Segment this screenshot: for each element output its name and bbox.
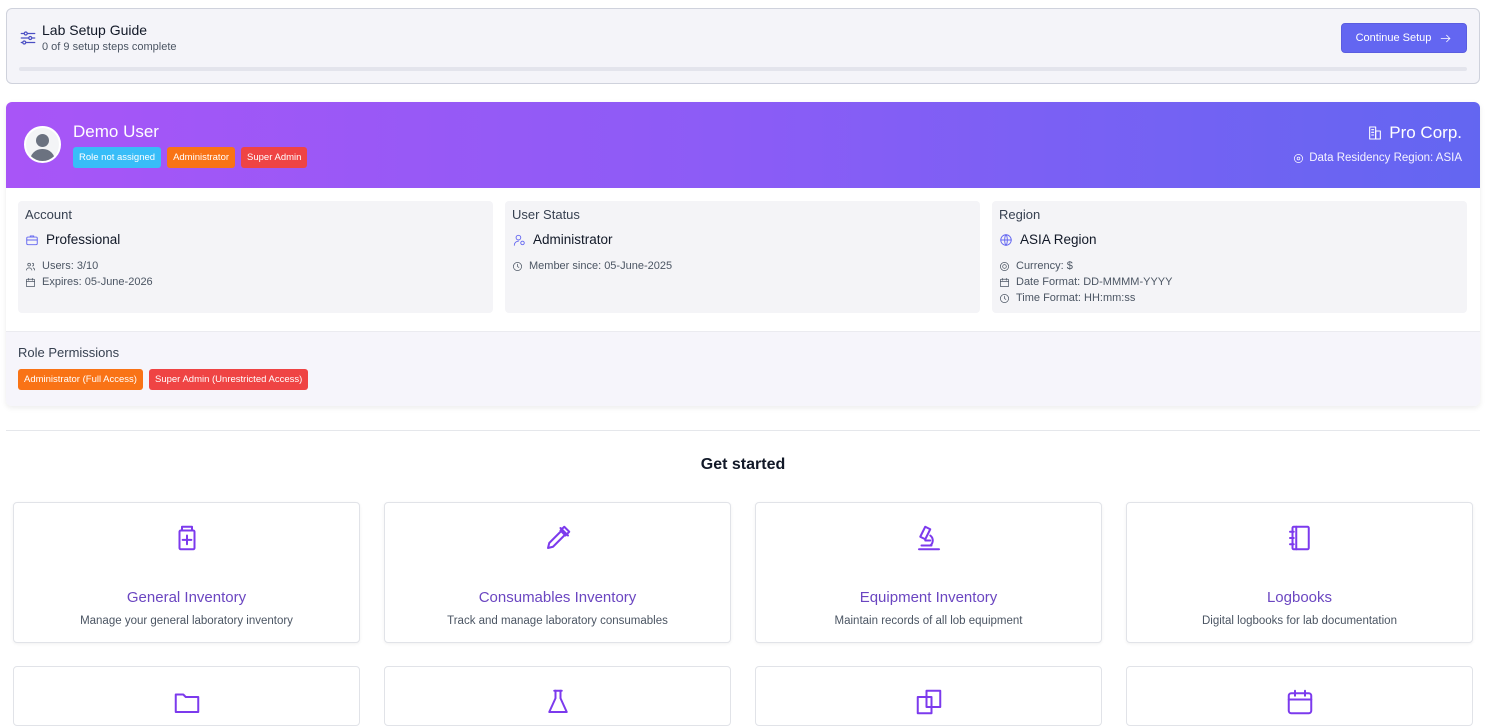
tile-description: Digital logbooks for lab documentation bbox=[1202, 615, 1397, 627]
region-card: Region ASIA Region Currency: $ Date Form… bbox=[992, 201, 1467, 313]
tile-logbooks[interactable]: Logbooks Digital logbooks for lab docume… bbox=[1126, 502, 1473, 643]
tile-title: Equipment Inventory bbox=[859, 589, 998, 606]
globe-icon bbox=[1000, 233, 1012, 246]
globe-icon bbox=[1294, 153, 1304, 163]
tile-chemicals[interactable] bbox=[384, 666, 731, 726]
clock-icon bbox=[513, 261, 522, 271]
data-residency-label: Data Residency Region: ASIA bbox=[1309, 152, 1462, 164]
currency-icon bbox=[1000, 261, 1009, 271]
tile-documents[interactable] bbox=[13, 666, 360, 726]
arrow-right-icon bbox=[1441, 34, 1451, 42]
tile-title: Consumables Inventory bbox=[478, 589, 637, 606]
role-permissions-title: Role Permissions bbox=[18, 345, 120, 360]
pipette-icon bbox=[546, 525, 570, 549]
user-status-role-label: Administrator bbox=[533, 232, 613, 247]
bottle-plus-icon bbox=[178, 525, 195, 551]
calendar-icon bbox=[26, 277, 35, 287]
folder-icon bbox=[174, 693, 199, 713]
tile-description: Manage your general laboratory inventory bbox=[80, 615, 293, 627]
account-card: Account Professional Users: 3/10 Expires… bbox=[18, 201, 493, 313]
tile-title: General Inventory bbox=[126, 589, 247, 606]
tile-schedule[interactable] bbox=[1126, 666, 1473, 726]
tile-description: Maintain records of all lob equipment bbox=[834, 615, 1023, 627]
region-title: Region bbox=[999, 207, 1041, 222]
account-plan: Professional bbox=[25, 232, 120, 247]
calendar-icon bbox=[1000, 277, 1009, 287]
account-plan-label: Professional bbox=[46, 232, 121, 247]
region-currency: Currency: $ bbox=[999, 258, 1172, 274]
continue-setup-button[interactable]: Continue Setup bbox=[1341, 23, 1467, 53]
org-name: Pro Corp. bbox=[1367, 123, 1462, 143]
region-date-format: Date Format: DD-MMMM-YYYY bbox=[999, 274, 1172, 290]
tile-description: Track and manage laboratory consumables bbox=[447, 615, 668, 627]
tile-equipment-inventory[interactable]: Equipment Inventory Maintain records of … bbox=[755, 502, 1102, 643]
profile-panel: Demo User Role not assigned Administrato… bbox=[6, 102, 1480, 406]
region-date-format-label: Date Format: DD-MMMM-YYYY bbox=[1016, 276, 1173, 288]
flask-icon bbox=[547, 689, 568, 713]
account-expires: Expires: 05-June-2026 bbox=[25, 274, 153, 290]
member-since: Member since: 05-June-2025 bbox=[512, 258, 672, 274]
role-badges: Role not assigned Administrator Super Ad… bbox=[73, 147, 308, 168]
avatar bbox=[24, 126, 61, 163]
region-time-format-label: Time Format: HH:mm:ss bbox=[1016, 292, 1136, 304]
calendar-icon bbox=[1287, 689, 1312, 715]
member-since-label: Member since: 05-June-2025 bbox=[529, 260, 673, 272]
region-time-format: Time Format: HH:mm:ss bbox=[999, 290, 1172, 306]
region-currency-label: Currency: $ bbox=[1016, 260, 1073, 272]
account-users: Users: 3/10 bbox=[25, 258, 153, 274]
microscope-icon bbox=[917, 525, 940, 551]
user-status-card: User Status Administrator Member since: … bbox=[505, 201, 980, 313]
sliders-icon bbox=[20, 31, 36, 45]
users-icon bbox=[26, 262, 35, 271]
tile-records[interactable] bbox=[755, 666, 1102, 726]
continue-setup-label: Continue Setup bbox=[1355, 32, 1432, 44]
tile-title: Logbooks bbox=[1266, 589, 1333, 606]
region-name-label: ASIA Region bbox=[1020, 232, 1097, 247]
role-badge: Role not assigned bbox=[73, 147, 162, 168]
clock-icon bbox=[1000, 293, 1009, 303]
setup-subtitle: 0 of 9 setup steps complete bbox=[42, 41, 177, 53]
user-icon bbox=[513, 234, 525, 246]
profile-banner: Demo User Role not assigned Administrato… bbox=[6, 102, 1480, 188]
setup-progress-bar bbox=[19, 67, 1467, 71]
role-permissions: Role Permissions Administrator (Full Acc… bbox=[6, 331, 1480, 406]
documents-icon bbox=[916, 689, 941, 715]
notebook-icon bbox=[1288, 525, 1310, 551]
building-icon bbox=[1369, 126, 1382, 140]
setup-title: Lab Setup Guide bbox=[42, 22, 148, 38]
permission-badge: Super Admin (Unrestricted Access) bbox=[148, 369, 309, 390]
user-status-title: User Status bbox=[512, 207, 580, 222]
briefcase-icon bbox=[26, 234, 38, 245]
tile-consumables-inventory[interactable]: Consumables Inventory Track and manage l… bbox=[384, 502, 731, 643]
user-name: Demo User bbox=[73, 122, 159, 141]
setup-guide-panel: Lab Setup Guide 0 of 9 setup steps compl… bbox=[6, 8, 1480, 84]
tile-general-inventory[interactable]: General Inventory Manage your general la… bbox=[13, 502, 360, 643]
account-users-label: Users: 3/10 bbox=[42, 260, 99, 272]
role-badge: Super Admin bbox=[241, 147, 308, 168]
get-started-heading: Get started bbox=[700, 456, 786, 473]
divider bbox=[6, 430, 1480, 431]
permission-badge: Administrator (Full Access) bbox=[18, 369, 143, 390]
user-status-role: Administrator bbox=[512, 232, 613, 247]
account-expires-label: Expires: 05-June-2026 bbox=[42, 276, 153, 288]
account-card-title: Account bbox=[25, 207, 72, 222]
org-name-label: Pro Corp. bbox=[1389, 123, 1462, 142]
role-badge: Administrator bbox=[167, 147, 236, 168]
region-name: ASIA Region bbox=[999, 232, 1097, 247]
data-residency: Data Residency Region: ASIA bbox=[1293, 152, 1462, 164]
